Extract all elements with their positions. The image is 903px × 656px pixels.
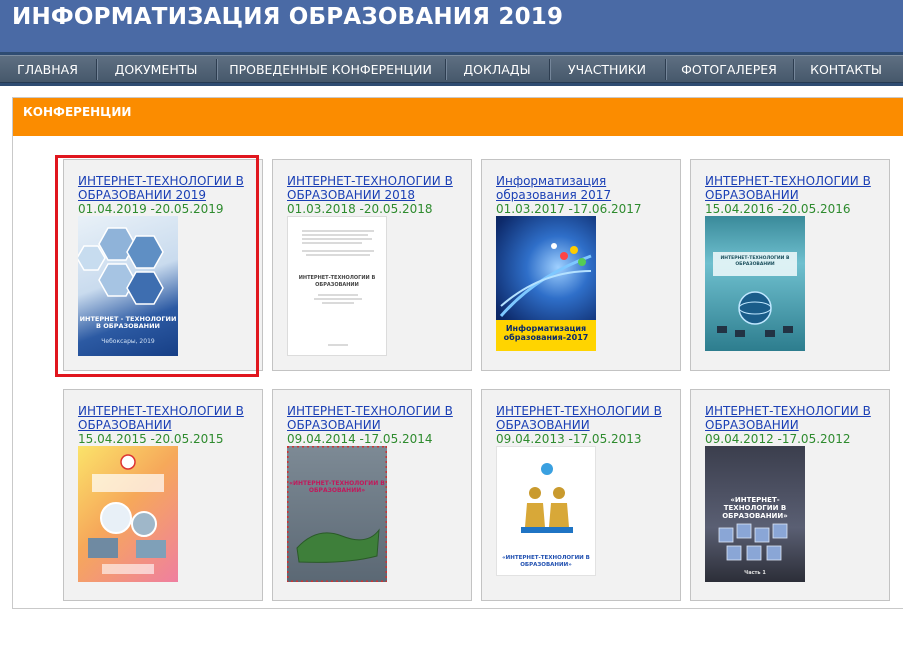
- nav-item-home[interactable]: ГЛАВНАЯ: [0, 56, 95, 83]
- conference-card: ИНТЕРНЕТ-ТЕХНОЛОГИИ В ОБРАЗОВАНИИ 09.04.…: [690, 389, 890, 601]
- nav-bar: ГЛАВНАЯ ДОКУМЕНТЫ ПРОВЕДЕННЫЕ КОНФЕРЕНЦИ…: [0, 55, 903, 83]
- conference-dates: 01.03.2017 -17.06.2017: [496, 202, 642, 216]
- panel-title: КОНФЕРЕНЦИИ: [23, 105, 132, 119]
- conference-cover[interactable]: «ИНТЕРНЕТ-ТЕХНОЛОГИИ В ОБРАЗОВАНИИ» Част…: [705, 446, 805, 582]
- conference-link[interactable]: ИНТЕРНЕТ-ТЕХНОЛОГИИ В ОБРАЗОВАНИИ: [705, 174, 885, 202]
- nav-item-photo-gallery[interactable]: ФОТОГАЛЕРЕЯ: [666, 56, 792, 83]
- conference-card: ИНТЕРНЕТ-ТЕХНОЛОГИИ В ОБРАЗОВАНИИ 15.04.…: [690, 159, 890, 371]
- globe-network-icon: [713, 252, 797, 337]
- conference-link[interactable]: ИНТЕРНЕТ-ТЕХНОЛОГИИ В ОБРАЗОВАНИИ: [496, 404, 676, 432]
- site-header: ИНФОРМАТИЗАЦИЯ ОБРАЗОВАНИЯ 2019: [0, 0, 903, 52]
- collage-photos-icon: [88, 454, 166, 574]
- cover-title: «ИНТЕРНЕТ-ТЕХНОЛОГИИ В ОБРАЗОВАНИИ»: [722, 496, 788, 520]
- cover-title: «ИНТЕРНЕТ-ТЕХНОЛОГИИ В ОБРАЗОВАНИИ»: [289, 480, 385, 494]
- conference-card: ИНТЕРНЕТ-ТЕХНОЛОГИИ В ОБРАЗОВАНИИ 15.04.…: [63, 389, 263, 601]
- conferences-panel: КОНФЕРЕНЦИИ ИНТЕРНЕТ-ТЕХНОЛОГИИ В ОБРАЗО…: [12, 97, 903, 609]
- russia-map-icon: [287, 446, 387, 582]
- conference-card: ИНТЕРНЕТ-ТЕХНОЛОГИИ В ОБРАЗОВАНИИ 2018 0…: [272, 159, 472, 371]
- nav-item-documents[interactable]: ДОКУМЕНТЫ: [97, 56, 215, 83]
- conference-dates: 15.04.2016 -20.05.2016: [705, 202, 851, 216]
- conference-card: Информатизация образования 2017 01.03.20…: [481, 159, 681, 371]
- conference-link[interactable]: ИНТЕРНЕТ-ТЕХНОЛОГИИ В ОБРАЗОВАНИИ: [287, 404, 467, 432]
- conference-dates: 09.04.2014 -17.05.2014: [287, 432, 433, 446]
- conference-link[interactable]: ИНТЕРНЕТ-ТЕХНОЛОГИИ В ОБРАЗОВАНИИ 2018: [287, 174, 467, 202]
- conference-link[interactable]: ИНТЕРНЕТ-ТЕХНОЛОГИИ В ОБРАЗОВАНИИ: [78, 404, 258, 432]
- nav-item-reports[interactable]: ДОКЛАДЫ: [446, 56, 548, 83]
- conference-card: ИНТЕРНЕТ-ТЕХНОЛОГИИ В ОБРАЗОВАНИИ 09.04.…: [481, 389, 681, 601]
- conference-link[interactable]: Информатизация образования 2017: [496, 174, 676, 202]
- site-title: ИНФОРМАТИЗАЦИЯ ОБРАЗОВАНИЯ 2019: [12, 4, 564, 30]
- conference-dates: 15.04.2015 -20.05.2015: [78, 432, 224, 446]
- main-nav: ГЛАВНАЯ ДОКУМЕНТЫ ПРОВЕДЕННЫЕ КОНФЕРЕНЦИ…: [0, 52, 903, 86]
- hexagon-collage-icon: [78, 227, 164, 305]
- conference-dates: 09.04.2012 -17.05.2012: [705, 432, 851, 446]
- conference-cover[interactable]: ИНТЕРНЕТ-ТЕХНОЛОГИИ В ОБРАЗОВАНИИ: [705, 216, 805, 351]
- conference-cover[interactable]: «ИНТЕРНЕТ-ТЕХНОЛОГИИ В ОБРАЗОВАНИИ»: [287, 446, 387, 582]
- nav-item-past-conferences[interactable]: ПРОВЕДЕННЫЕ КОНФЕРЕНЦИИ: [217, 56, 444, 83]
- conference-cover[interactable]: ИНТЕРНЕТ - ТЕХНОЛОГИИ В ОБРАЗОВАНИИ Чебо…: [78, 216, 178, 356]
- conference-link[interactable]: ИНТЕРНЕТ-ТЕХНОЛОГИИ В ОБРАЗОВАНИИ: [705, 404, 885, 432]
- cover-title: Информатизация образования-2017: [503, 324, 589, 342]
- conference-cover[interactable]: Информатизация образования-2017: [496, 216, 596, 351]
- nav-item-participants[interactable]: УЧАСТНИКИ: [550, 56, 664, 83]
- conference-dates: 01.04.2019 -20.05.2019: [78, 202, 224, 216]
- cover-title: «ИНТЕРНЕТ-ТЕХНОЛОГИИ В ОБРАЗОВАНИИ»: [502, 555, 590, 568]
- cover-title: ИНТЕРНЕТ-ТЕХНОЛОГИИ В ОБРАЗОВАНИИ: [298, 275, 376, 288]
- conference-card: ИНТЕРНЕТ-ТЕХНОЛОГИИ В ОБРАЗОВАНИИ 2019 0…: [63, 159, 263, 371]
- conference-cover[interactable]: [78, 446, 178, 582]
- panel-header: КОНФЕРЕНЦИИ: [13, 98, 903, 136]
- cover-subtitle: Часть 1: [744, 570, 766, 576]
- cover-title: ИНТЕРНЕТ - ТЕХНОЛОГИИ В ОБРАЗОВАНИИ: [79, 315, 177, 330]
- conference-cover[interactable]: «ИНТЕРНЕТ-ТЕХНОЛОГИИ В ОБРАЗОВАНИИ»: [496, 446, 596, 576]
- conference-link[interactable]: ИНТЕРНЕТ-ТЕХНОЛОГИИ В ОБРАЗОВАНИИ 2019: [78, 174, 258, 202]
- conference-card: ИНТЕРНЕТ-ТЕХНОЛОГИИ В ОБРАЗОВАНИИ 09.04.…: [272, 389, 472, 601]
- conference-cover[interactable]: ИНТЕРНЕТ-ТЕХНОЛОГИИ В ОБРАЗОВАНИИ: [287, 216, 387, 356]
- cover-title: ИНТЕРНЕТ-ТЕХНОЛОГИИ В ОБРАЗОВАНИИ: [720, 256, 790, 267]
- conference-dates: 01.03.2018 -20.05.2018: [287, 202, 433, 216]
- nav-item-contacts[interactable]: КОНТАКТЫ: [794, 56, 898, 83]
- conference-dates: 09.04.2013 -17.05.2013: [496, 432, 642, 446]
- cover-subtitle: Чебоксары, 2019: [101, 338, 155, 345]
